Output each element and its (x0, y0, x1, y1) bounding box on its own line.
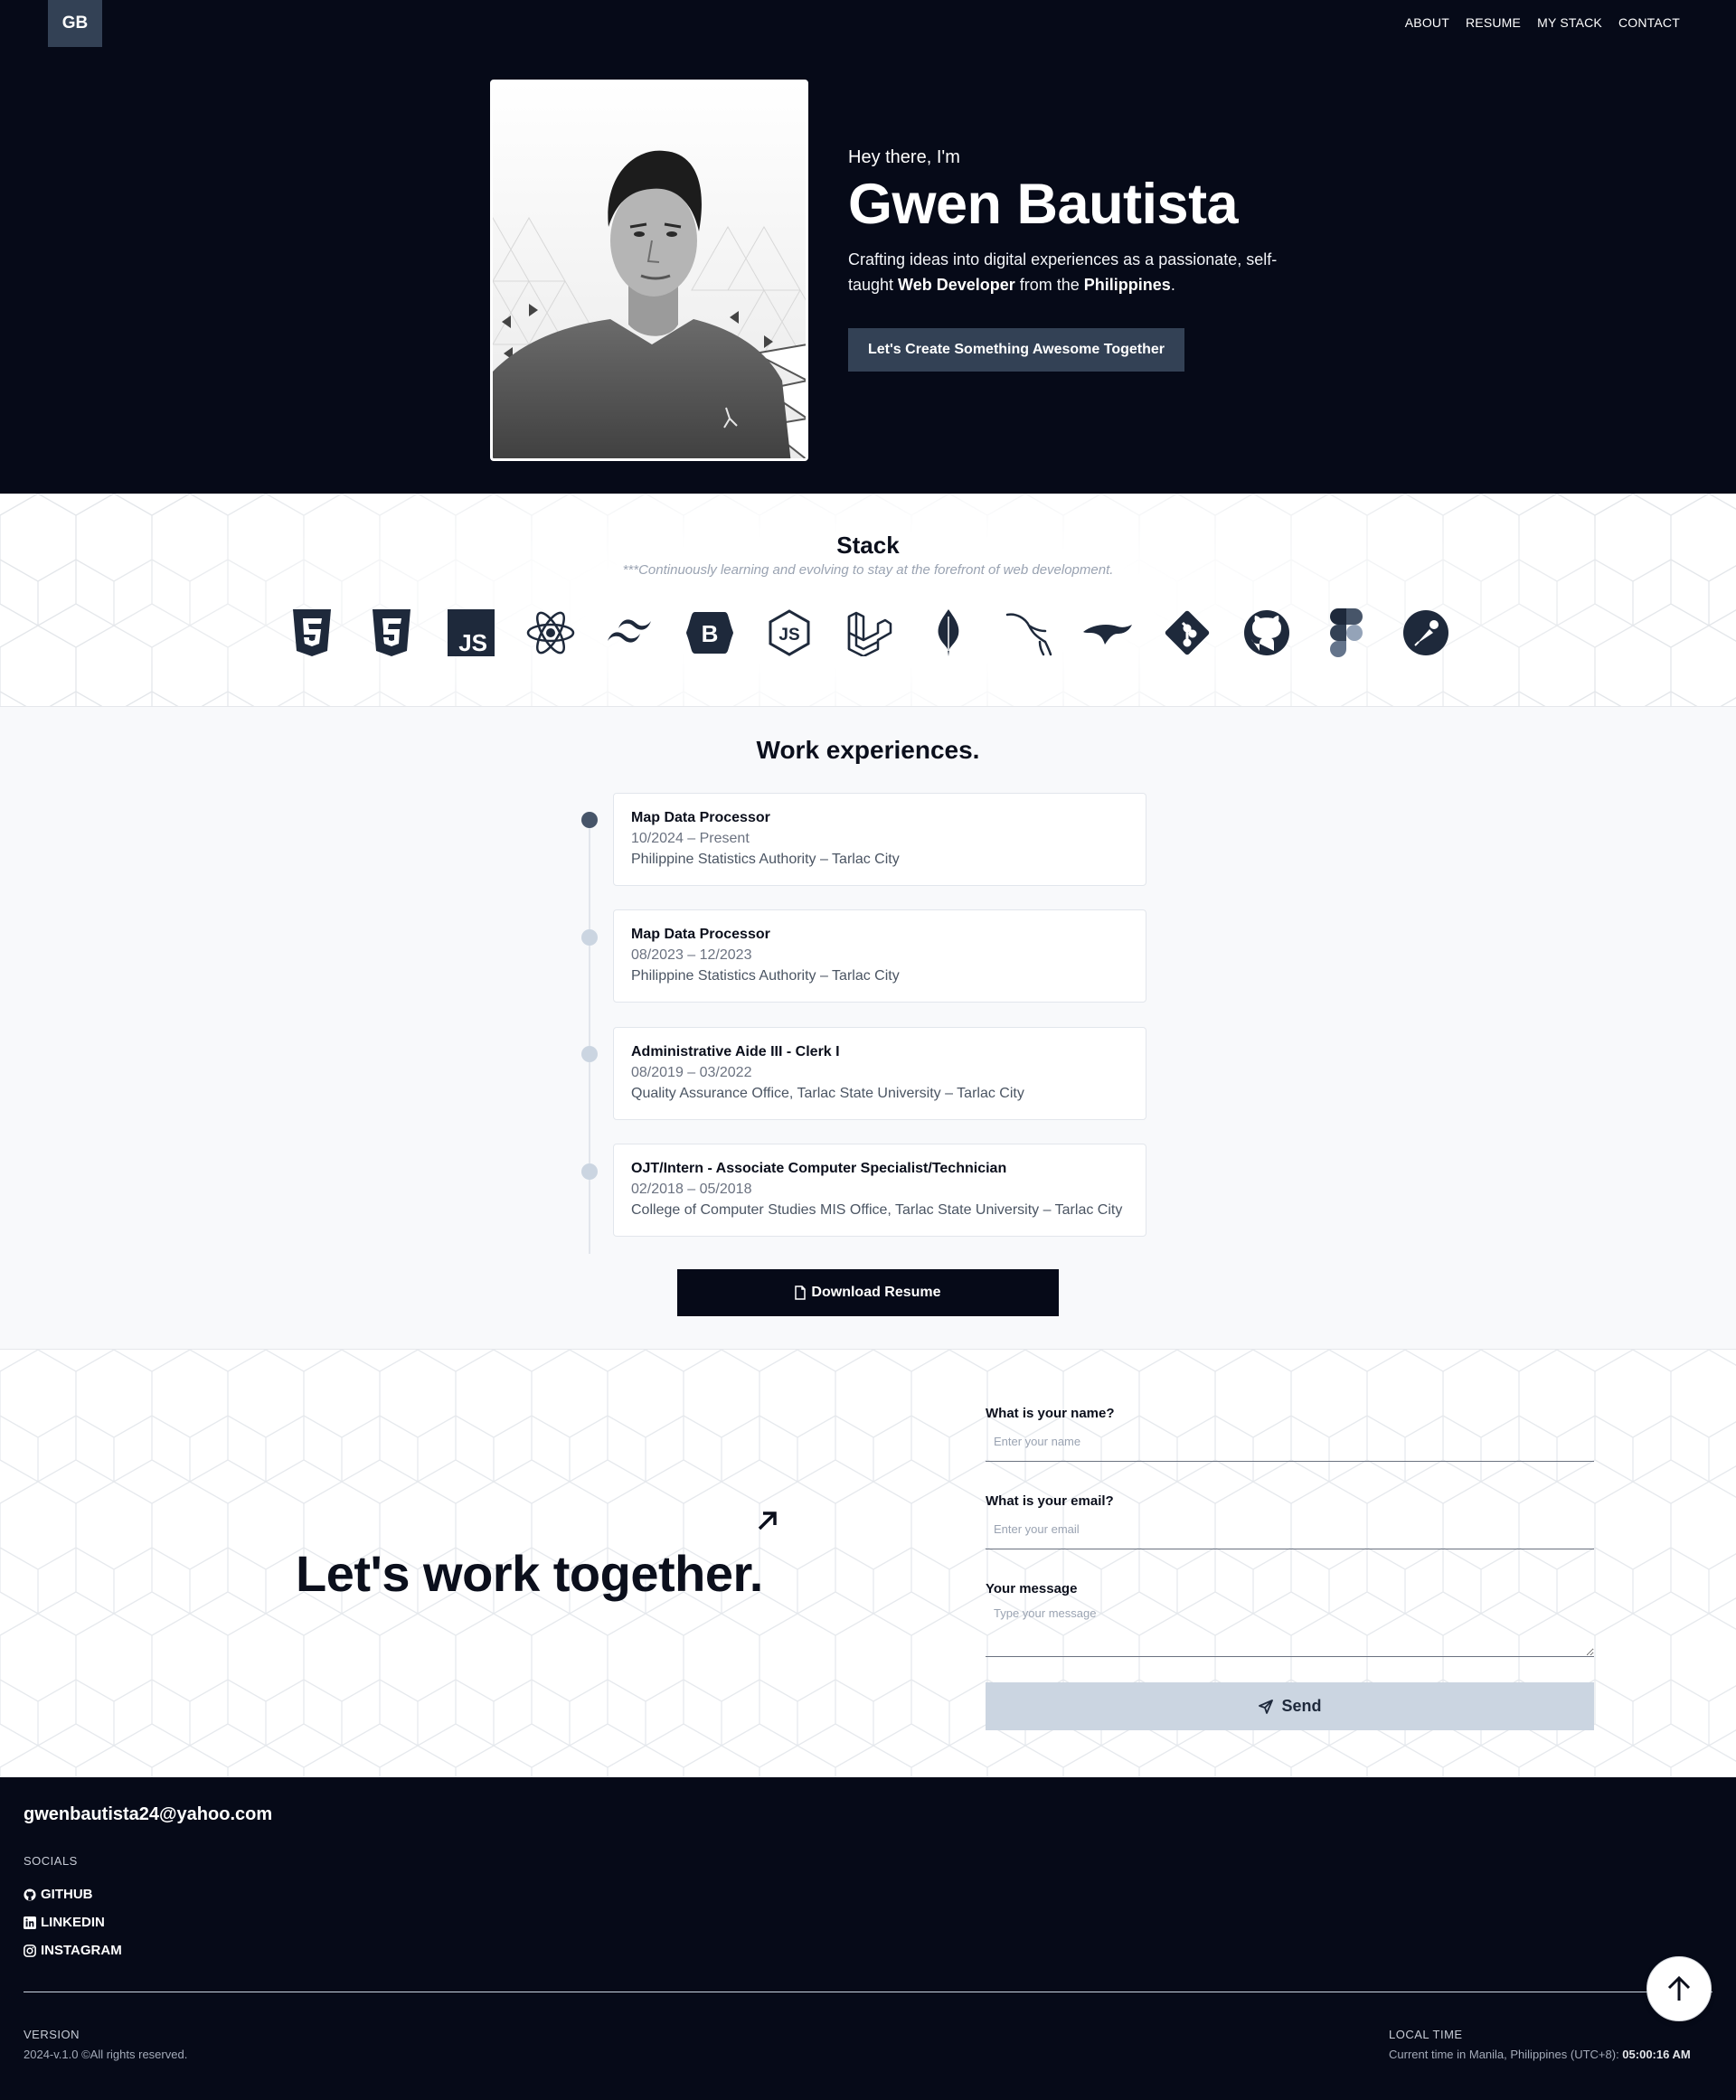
nav-my-stack[interactable]: MY STACK (1537, 15, 1602, 30)
tagline-text: from the (1014, 276, 1084, 295)
stack-section: Stack ***Continuously learning and evolv… (0, 494, 1736, 707)
instagram-label: INSTAGRAM (41, 1943, 122, 1958)
nav-contact[interactable]: CONTACT (1618, 15, 1680, 30)
experience-role: Map Data Processor (631, 927, 770, 942)
socials-heading: SOCIALS (24, 1854, 78, 1868)
hero-intro: Hey there, I'm Gwen Bautista Crafting id… (848, 147, 1318, 297)
laravel-icon (844, 608, 893, 657)
instagram-link[interactable]: INSTAGRAM (24, 1943, 122, 1958)
name-label: What is your name? (986, 1406, 1115, 1421)
mongodb-icon (924, 608, 973, 657)
local-time-text: Current time in Manila, Philippines (UTC… (1389, 2048, 1691, 2061)
file-icon (795, 1285, 807, 1300)
timeline-line (589, 815, 590, 1254)
experience-card: Map Data Processor 08/2023 – 12/2023 Phi… (613, 909, 1146, 1003)
hero-greeting: Hey there, I'm (848, 147, 960, 167)
github-icon (1242, 608, 1291, 657)
local-time-heading: LOCAL TIME (1389, 2028, 1463, 2041)
hero-tagline: Crafting ideas into digital experiences … (848, 247, 1309, 297)
experience-org: Quality Assurance Office, Tarlac State U… (631, 1086, 1024, 1101)
paper-plane-icon (1259, 1699, 1274, 1714)
postman-icon (1401, 608, 1450, 657)
bootstrap-icon: B (685, 608, 734, 657)
version-heading: VERSION (24, 2028, 80, 2041)
contact-heading: Let's work together. (296, 1545, 763, 1602)
profile-photo (490, 80, 808, 461)
download-resume-button[interactable]: Download Resume (677, 1269, 1059, 1316)
hero-name: Gwen Bautista (848, 173, 1239, 236)
linkedin-label: LINKEDIN (41, 1915, 105, 1930)
timeline-dot (581, 1163, 598, 1180)
stack-subtitle: ***Continuously learning and evolving to… (622, 562, 1114, 578)
react-icon (526, 608, 575, 657)
download-resume-label: Download Resume (811, 1285, 941, 1300)
timeline-dot (581, 929, 598, 946)
svg-text:B: B (702, 620, 719, 647)
git-icon (1163, 608, 1212, 657)
work-title: Work experiences. (756, 736, 980, 764)
linkedin-link[interactable]: LINKEDIN (24, 1915, 105, 1930)
nav-about[interactable]: ABOUT (1405, 15, 1449, 30)
experience-dates: 08/2023 – 12/2023 (631, 947, 752, 963)
local-time-prefix: Current time in Manila, Philippines (UTC… (1389, 2048, 1623, 2061)
logo[interactable]: GB (48, 0, 102, 47)
experience-role: Map Data Processor (631, 810, 770, 825)
experience-dates: 10/2024 – Present (631, 831, 750, 846)
svg-text:JS: JS (458, 629, 487, 656)
send-label: Send (1281, 1697, 1322, 1715)
name-input[interactable] (986, 1422, 1594, 1462)
footer-email-link[interactable]: gwenbautista24@yahoo.com (24, 1804, 272, 1825)
version-text: 2024-v.1.0 ©All rights reserved. (24, 2048, 188, 2061)
html5-icon (288, 608, 336, 657)
experience-org: Philippine Statistics Authority – Tarlac… (631, 852, 900, 867)
instagram-icon (24, 1944, 36, 1957)
experience-card: Administrative Aide III - Clerk I 08/201… (613, 1027, 1146, 1120)
experience-role: OJT/Intern - Associate Computer Speciali… (631, 1161, 1007, 1176)
svg-text:JS: JS (778, 626, 799, 645)
linkedin-icon (24, 1916, 36, 1929)
tagline-country: Philippines (1083, 276, 1171, 295)
tailwind-icon (606, 608, 655, 657)
experience-card: OJT/Intern - Associate Computer Speciali… (613, 1144, 1146, 1237)
experience-dates: 08/2019 – 03/2022 (631, 1065, 752, 1080)
github-label: GITHUB (41, 1887, 93, 1902)
stack-title: Stack (836, 532, 900, 559)
tagline-role: Web Developer (898, 276, 1015, 295)
nav-resume[interactable]: RESUME (1466, 15, 1521, 30)
tagline-text: . (1170, 276, 1175, 295)
contact-form: What is your name? What is your email? Y… (986, 1406, 1594, 1689)
footer: gwenbautista24@yahoo.com SOCIALS GITHUB … (0, 1777, 1736, 2100)
message-label: Your message (986, 1581, 1078, 1596)
experience-role: Administrative Aide III - Clerk I (631, 1044, 840, 1059)
work-section: Work experiences. Map Data Processor 10/… (0, 707, 1736, 1349)
email-label: What is your email? (986, 1493, 1114, 1509)
css3-icon (367, 608, 416, 657)
hero-section: GB ABOUT RESUME MY STACK CONTACT Hey the… (0, 0, 1736, 494)
arrow-up-right-icon (758, 1511, 777, 1530)
mysql-icon (1004, 608, 1052, 657)
local-time-value: 05:00:16 AM (1622, 2048, 1691, 2061)
github-link[interactable]: GITHUB (24, 1887, 93, 1902)
message-textarea[interactable] (986, 1597, 1594, 1657)
figma-icon (1322, 608, 1371, 657)
tech-icons: JS B JS (288, 608, 1454, 663)
experience-dates: 02/2018 – 05/2018 (631, 1182, 752, 1197)
experience-card: Map Data Processor 10/2024 – Present Phi… (613, 793, 1146, 886)
contact-section: Let's work together. What is your name? … (0, 1349, 1736, 1777)
timeline-dot (581, 812, 598, 828)
top-nav: ABOUT RESUME MY STACK CONTACT (1389, 15, 1680, 30)
github-icon (24, 1888, 36, 1901)
javascript-icon: JS (447, 608, 495, 657)
experience-org: College of Computer Studies MIS Office, … (631, 1202, 1123, 1218)
nodejs-icon: JS (765, 608, 814, 657)
experience-org: Philippine Statistics Authority – Tarlac… (631, 968, 900, 984)
mariadb-icon (1083, 608, 1132, 657)
arrow-up-icon (1667, 1975, 1691, 2001)
scroll-to-top-button[interactable] (1646, 1956, 1712, 2021)
email-input[interactable] (986, 1510, 1594, 1549)
cta-button[interactable]: Let's Create Something Awesome Together (848, 328, 1184, 372)
timeline-dot (581, 1046, 598, 1062)
send-button[interactable]: Send (986, 1682, 1594, 1730)
